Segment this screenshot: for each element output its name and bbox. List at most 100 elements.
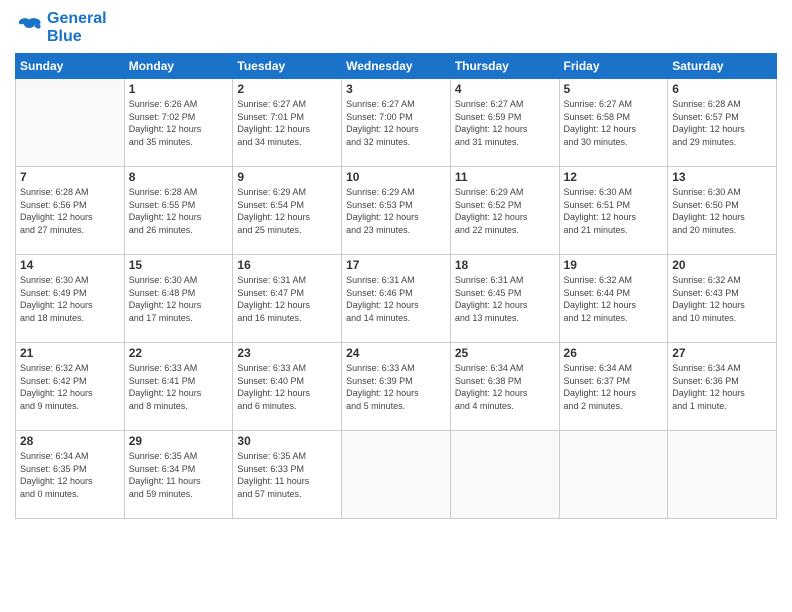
calendar-cell: 13 Sunrise: 6:30 AMSunset: 6:50 PMDayligh…: [668, 167, 777, 255]
day-header-monday: Monday: [124, 54, 233, 79]
calendar-table: SundayMondayTuesdayWednesdayThursdayFrid…: [15, 53, 777, 519]
logo-bird-icon: [15, 14, 43, 42]
calendar-cell: 7 Sunrise: 6:28 AMSunset: 6:56 PMDaylight…: [16, 167, 125, 255]
calendar-cell: [668, 431, 777, 519]
week-row-2: 7 Sunrise: 6:28 AMSunset: 6:56 PMDaylight…: [16, 167, 777, 255]
day-number: 8: [129, 170, 229, 184]
calendar-cell: 1 Sunrise: 6:26 AMSunset: 7:02 PMDaylight…: [124, 79, 233, 167]
day-info: Sunrise: 6:27 AMSunset: 7:01 PMDaylight:…: [237, 98, 337, 148]
calendar-body: 1 Sunrise: 6:26 AMSunset: 7:02 PMDaylight…: [16, 79, 777, 519]
day-number: 22: [129, 346, 229, 360]
day-header-tuesday: Tuesday: [233, 54, 342, 79]
calendar-cell: 4 Sunrise: 6:27 AMSunset: 6:59 PMDaylight…: [450, 79, 559, 167]
day-info: Sunrise: 6:28 AMSunset: 6:55 PMDaylight:…: [129, 186, 229, 236]
day-number: 30: [237, 434, 337, 448]
header: General Blue: [15, 10, 777, 45]
page: General Blue SundayMondayTuesdayWednesda…: [0, 0, 792, 612]
days-row: SundayMondayTuesdayWednesdayThursdayFrid…: [16, 54, 777, 79]
calendar-header: SundayMondayTuesdayWednesdayThursdayFrid…: [16, 54, 777, 79]
day-info: Sunrise: 6:33 AMSunset: 6:39 PMDaylight:…: [346, 362, 446, 412]
day-number: 12: [564, 170, 664, 184]
calendar-cell: 2 Sunrise: 6:27 AMSunset: 7:01 PMDaylight…: [233, 79, 342, 167]
calendar-cell: 20 Sunrise: 6:32 AMSunset: 6:43 PMDayligh…: [668, 255, 777, 343]
day-number: 27: [672, 346, 772, 360]
day-info: Sunrise: 6:34 AMSunset: 6:36 PMDaylight:…: [672, 362, 772, 412]
calendar-cell: 12 Sunrise: 6:30 AMSunset: 6:51 PMDayligh…: [559, 167, 668, 255]
calendar-cell: 10 Sunrise: 6:29 AMSunset: 6:53 PMDayligh…: [342, 167, 451, 255]
day-info: Sunrise: 6:29 AMSunset: 6:53 PMDaylight:…: [346, 186, 446, 236]
calendar-cell: 25 Sunrise: 6:34 AMSunset: 6:38 PMDayligh…: [450, 343, 559, 431]
calendar-cell: [450, 431, 559, 519]
calendar-cell: 14 Sunrise: 6:30 AMSunset: 6:49 PMDayligh…: [16, 255, 125, 343]
day-number: 10: [346, 170, 446, 184]
day-number: 16: [237, 258, 337, 272]
calendar-cell: 16Sunrise: 6:31 AMSunset: 6:47 PMDayligh…: [233, 255, 342, 343]
calendar-cell: 15 Sunrise: 6:30 AMSunset: 6:48 PMDayligh…: [124, 255, 233, 343]
day-number: 9: [237, 170, 337, 184]
day-header-thursday: Thursday: [450, 54, 559, 79]
day-header-sunday: Sunday: [16, 54, 125, 79]
day-number: 7: [20, 170, 120, 184]
calendar-cell: 18 Sunrise: 6:31 AMSunset: 6:45 PMDayligh…: [450, 255, 559, 343]
day-number: 28: [20, 434, 120, 448]
day-header-saturday: Saturday: [668, 54, 777, 79]
day-info: Sunrise: 6:30 AMSunset: 6:50 PMDaylight:…: [672, 186, 772, 236]
calendar-cell: 9 Sunrise: 6:29 AMSunset: 6:54 PMDaylight…: [233, 167, 342, 255]
calendar-cell: [559, 431, 668, 519]
day-info: Sunrise: 6:32 AMSunset: 6:42 PMDaylight:…: [20, 362, 120, 412]
day-number: 26: [564, 346, 664, 360]
calendar-cell: [342, 431, 451, 519]
week-row-3: 14 Sunrise: 6:30 AMSunset: 6:49 PMDayligh…: [16, 255, 777, 343]
calendar-cell: 8 Sunrise: 6:28 AMSunset: 6:55 PMDaylight…: [124, 167, 233, 255]
week-row-4: 21 Sunrise: 6:32 AMSunset: 6:42 PMDayligh…: [16, 343, 777, 431]
day-number: 18: [455, 258, 555, 272]
day-info: Sunrise: 6:34 AMSunset: 6:38 PMDaylight:…: [455, 362, 555, 412]
day-info: Sunrise: 6:32 AMSunset: 6:44 PMDaylight:…: [564, 274, 664, 324]
day-info: Sunrise: 6:31 AMSunset: 6:45 PMDaylight:…: [455, 274, 555, 324]
day-info: Sunrise: 6:27 AMSunset: 6:58 PMDaylight:…: [564, 98, 664, 148]
day-info: Sunrise: 6:27 AMSunset: 7:00 PMDaylight:…: [346, 98, 446, 148]
logo-text: General Blue: [47, 10, 107, 45]
day-number: 15: [129, 258, 229, 272]
day-number: 19: [564, 258, 664, 272]
day-number: 4: [455, 82, 555, 96]
day-info: Sunrise: 6:30 AMSunset: 6:49 PMDaylight:…: [20, 274, 120, 324]
calendar-cell: 28 Sunrise: 6:34 AMSunset: 6:35 PMDayligh…: [16, 431, 125, 519]
day-info: Sunrise: 6:34 AMSunset: 6:35 PMDaylight:…: [20, 450, 120, 500]
day-number: 14: [20, 258, 120, 272]
calendar-cell: 17 Sunrise: 6:31 AMSunset: 6:46 PMDayligh…: [342, 255, 451, 343]
day-number: 17: [346, 258, 446, 272]
calendar-cell: 24Sunrise: 6:33 AMSunset: 6:39 PMDayligh…: [342, 343, 451, 431]
day-info: Sunrise: 6:32 AMSunset: 6:43 PMDaylight:…: [672, 274, 772, 324]
day-info: Sunrise: 6:34 AMSunset: 6:37 PMDaylight:…: [564, 362, 664, 412]
day-header-friday: Friday: [559, 54, 668, 79]
day-info: Sunrise: 6:31 AMSunset: 6:46 PMDaylight:…: [346, 274, 446, 324]
day-info: Sunrise: 6:35 AMSunset: 6:33 PMDaylight:…: [237, 450, 337, 500]
day-info: Sunrise: 6:30 AMSunset: 6:51 PMDaylight:…: [564, 186, 664, 236]
calendar-cell: 22 Sunrise: 6:33 AMSunset: 6:41 PMDayligh…: [124, 343, 233, 431]
day-number: 29: [129, 434, 229, 448]
day-number: 21: [20, 346, 120, 360]
day-number: 23: [237, 346, 337, 360]
calendar-cell: 21 Sunrise: 6:32 AMSunset: 6:42 PMDayligh…: [16, 343, 125, 431]
day-info: Sunrise: 6:27 AMSunset: 6:59 PMDaylight:…: [455, 98, 555, 148]
day-info: Sunrise: 6:28 AMSunset: 6:56 PMDaylight:…: [20, 186, 120, 236]
day-info: Sunrise: 6:33 AMSunset: 6:41 PMDaylight:…: [129, 362, 229, 412]
day-info: Sunrise: 6:33 AMSunset: 6:40 PMDaylight:…: [237, 362, 337, 412]
logo: General Blue: [15, 10, 107, 45]
day-header-wednesday: Wednesday: [342, 54, 451, 79]
day-info: Sunrise: 6:29 AMSunset: 6:54 PMDaylight:…: [237, 186, 337, 236]
day-number: 2: [237, 82, 337, 96]
day-info: Sunrise: 6:30 AMSunset: 6:48 PMDaylight:…: [129, 274, 229, 324]
day-info: Sunrise: 6:35 AMSunset: 6:34 PMDaylight:…: [129, 450, 229, 500]
calendar-cell: 3Sunrise: 6:27 AMSunset: 7:00 PMDaylight…: [342, 79, 451, 167]
calendar-cell: 11Sunrise: 6:29 AMSunset: 6:52 PMDayligh…: [450, 167, 559, 255]
day-number: 1: [129, 82, 229, 96]
day-info: Sunrise: 6:26 AMSunset: 7:02 PMDaylight:…: [129, 98, 229, 148]
day-info: Sunrise: 6:29 AMSunset: 6:52 PMDaylight:…: [455, 186, 555, 236]
day-number: 13: [672, 170, 772, 184]
day-number: 20: [672, 258, 772, 272]
calendar-cell: 5Sunrise: 6:27 AMSunset: 6:58 PMDaylight…: [559, 79, 668, 167]
day-number: 25: [455, 346, 555, 360]
calendar-cell: 26 Sunrise: 6:34 AMSunset: 6:37 PMDayligh…: [559, 343, 668, 431]
